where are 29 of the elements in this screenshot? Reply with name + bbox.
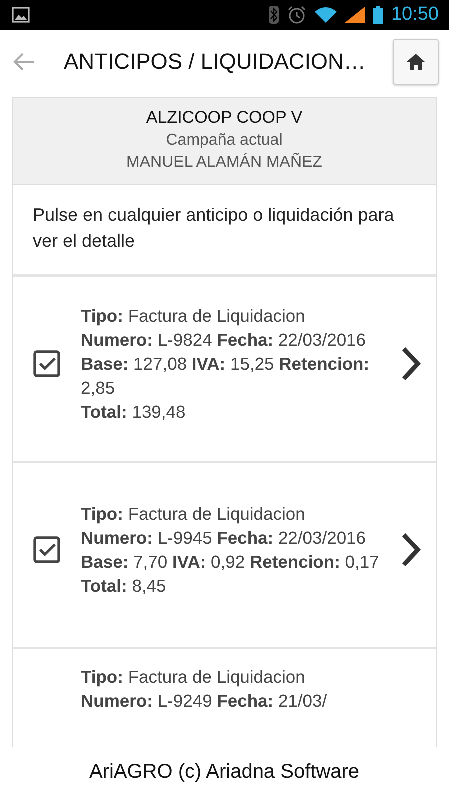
picture-icon (12, 7, 30, 23)
status-time: 10:50 (391, 4, 439, 26)
invoice-detail-text: Numero: L-9824 Fecha: 22/03/2016 (81, 329, 368, 352)
home-button[interactable] (393, 39, 439, 85)
wifi-icon (315, 7, 338, 23)
invoice-detail-text: Tipo: Factura de Liquidacion (81, 503, 306, 526)
instructions-text: Pulse en cualquier anticipo o liquidación para ver el detalle (13, 185, 436, 277)
battery-icon (373, 6, 384, 24)
page-title: ANTICIPOS / LIQUIDACION… (64, 49, 367, 75)
footer-text: AriAGRO (c) Ariadna Software (89, 760, 360, 784)
invoice-detail-text: Numero: L-9249 Fecha: 21/03/ (81, 690, 328, 713)
company-name: ALZICOOP COOP V (146, 108, 303, 128)
invoice-detail-text: Tipo: Factura de Liquidacion (81, 305, 306, 328)
chevron-right-icon[interactable] (400, 346, 422, 382)
checked-checkbox-icon[interactable] (31, 348, 63, 380)
invoice-detail-text: Base: 7,70 IVA: 0,92 Retencion: 0,17 (81, 551, 380, 574)
invoice-detail-text: Base: 127,08 IVA: 15,25 Retencion: 2,85 (81, 353, 371, 400)
invoice-detail-text: Numero: L-9945 Fecha: 22/03/2016 (81, 527, 368, 550)
home-icon (406, 53, 426, 71)
bluetooth-icon (269, 6, 280, 24)
alarm-clock-icon (287, 6, 308, 24)
checked-checkbox-icon[interactable] (31, 534, 63, 566)
invoice-detail-text: Tipo: Factura de Liquidacion (81, 666, 306, 689)
campaign-label: Campaña actual (166, 132, 283, 150)
chevron-right-icon[interactable] (400, 532, 422, 568)
invoice-detail-text: Total: 139,48 (81, 401, 187, 424)
invoice-detail-text: Total: 8,45 (81, 575, 168, 598)
member-name: MANUEL ALAMÁN MAÑEZ (126, 154, 322, 172)
signal-icon (345, 7, 366, 23)
